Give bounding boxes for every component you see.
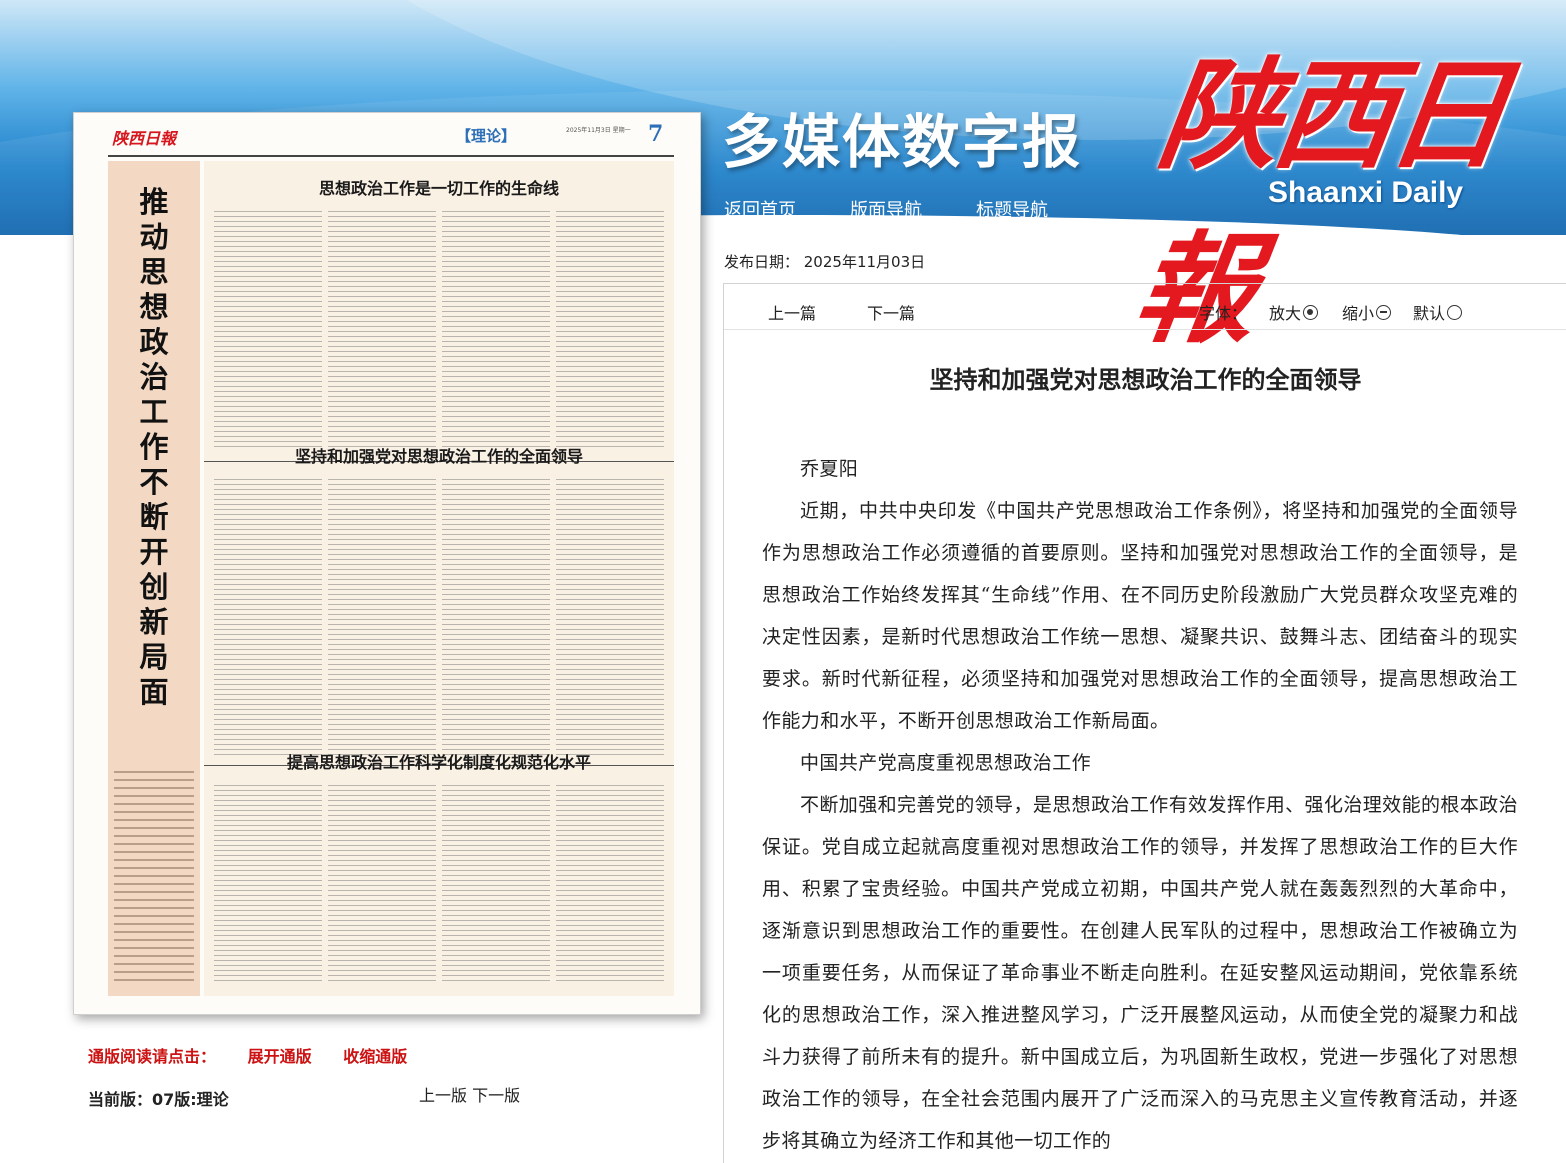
logo-english-text: Shaanxi Daily — [1268, 176, 1464, 209]
radio-empty-icon[interactable] — [1447, 305, 1463, 320]
expand-page-link[interactable]: 展开通版 — [248, 1047, 312, 1066]
prev-edition-link[interactable]: 上一版 — [419, 1086, 467, 1105]
text-column — [442, 785, 550, 985]
next-edition-link[interactable]: 下一版 — [472, 1086, 520, 1105]
newspaper-page-image[interactable]: 陕西日報 【理论】 2025年11月3日 星期一 7 推动思想政治工作不断开创新… — [73, 112, 701, 1015]
side-headline: 推动思想政治工作不断开创新局面 — [139, 185, 169, 709]
page-headline-1[interactable]: 思想政治工作是一切工作的生命线 — [204, 175, 674, 199]
article-body: 乔夏阳 近期，中共中央印发《中国共产党思想政治工作条例》，将坚持和加强党的全面领… — [762, 448, 1518, 1162]
text-column — [442, 211, 550, 451]
newspaper-logo[interactable]: 陕西日報 Shaanxi Daily — [1126, 18, 1560, 360]
text-column — [442, 479, 550, 757]
edition-nav: 上一版 下一版 — [419, 1082, 520, 1106]
font-enlarge-option[interactable]: 放大 — [1269, 300, 1319, 324]
text-column — [556, 785, 664, 985]
next-article-link[interactable]: 下一篇 — [867, 300, 915, 324]
page-number: 7 — [648, 121, 664, 147]
nav-headline-link[interactable]: 标题导航 — [976, 196, 1048, 222]
page-body: 思想政治工作是一切工作的生命线 坚持和加强党对思想政治工作的全面领导 提高思想政… — [204, 161, 674, 996]
font-shrink-label: 缩小 — [1342, 304, 1375, 323]
text-column — [214, 211, 322, 451]
article-panel: 上一篇 下一篇 字体： 放大 缩小 默认 坚持和加强党对思想政治工作的全面领导 … — [723, 283, 1566, 1163]
article-author: 乔夏阳 — [800, 458, 859, 480]
article-toolbar: 上一篇 下一篇 字体： 放大 缩小 默认 — [724, 284, 1566, 330]
font-enlarge-label: 放大 — [1269, 304, 1302, 323]
article-subheading: 中国共产党高度重视思想政治工作 — [800, 752, 1092, 774]
text-column — [328, 479, 436, 757]
article-title: 坚持和加强党对思想政治工作的全面领导 — [929, 366, 1362, 394]
text-column — [556, 211, 664, 451]
font-default-option[interactable]: 默认 — [1413, 300, 1463, 324]
article-paragraph: 近期，中共中央印发《中国共产党思想政治工作条例》，将坚持和加强党的全面领导作为思… — [762, 500, 1518, 732]
text-column — [556, 479, 664, 757]
page-date: 2025年11月3日 星期一 — [566, 127, 631, 134]
text-column — [214, 785, 322, 985]
page-side-column: 推动思想政治工作不断开创新局面 — [108, 161, 200, 996]
read-label: 通版阅读请点击： — [88, 1047, 217, 1066]
font-shrink-option[interactable]: 缩小 — [1342, 300, 1392, 324]
page-masthead: 陕西日報 【理论】 2025年11月3日 星期一 7 — [108, 119, 674, 157]
publish-date: 发布日期： 2025年11月03日 — [724, 253, 926, 271]
font-default-label: 默认 — [1413, 304, 1446, 323]
page-headline-3[interactable]: 提高思想政治工作科学化制度化规范化水平 — [204, 749, 674, 773]
page-headline-2[interactable]: 坚持和加强党对思想政治工作的全面领导 — [204, 443, 674, 467]
text-column — [214, 479, 322, 757]
text-column — [328, 211, 436, 451]
main-nav: 返回首页 版面导航 标题导航 — [724, 196, 1102, 222]
current-edition: 当前版：07版:理论 — [88, 1090, 229, 1109]
font-size-label: 字体： — [1199, 304, 1248, 323]
minus-circle-icon[interactable] — [1376, 305, 1392, 320]
site-slogan: 多媒体数字报 — [722, 108, 1083, 176]
text-column — [328, 785, 436, 985]
side-text-block — [114, 771, 194, 981]
nav-home-link[interactable]: 返回首页 — [724, 196, 796, 222]
article-paragraph: 不断加强和完善党的领导，是思想政治工作有效发挥作用、强化治理效能的根本政治保证。… — [762, 794, 1518, 1152]
prev-article-link[interactable]: 上一篇 — [768, 300, 816, 324]
nav-edition-link[interactable]: 版面导航 — [850, 196, 922, 222]
page-section-label: 【理论】 — [456, 127, 517, 145]
full-page-read-row: 通版阅读请点击： 展开通版 收缩通版 — [88, 1043, 433, 1067]
collapse-page-link[interactable]: 收缩通版 — [343, 1047, 407, 1066]
radio-selected-icon[interactable] — [1303, 305, 1319, 320]
page-brand: 陕西日報 — [112, 129, 177, 148]
